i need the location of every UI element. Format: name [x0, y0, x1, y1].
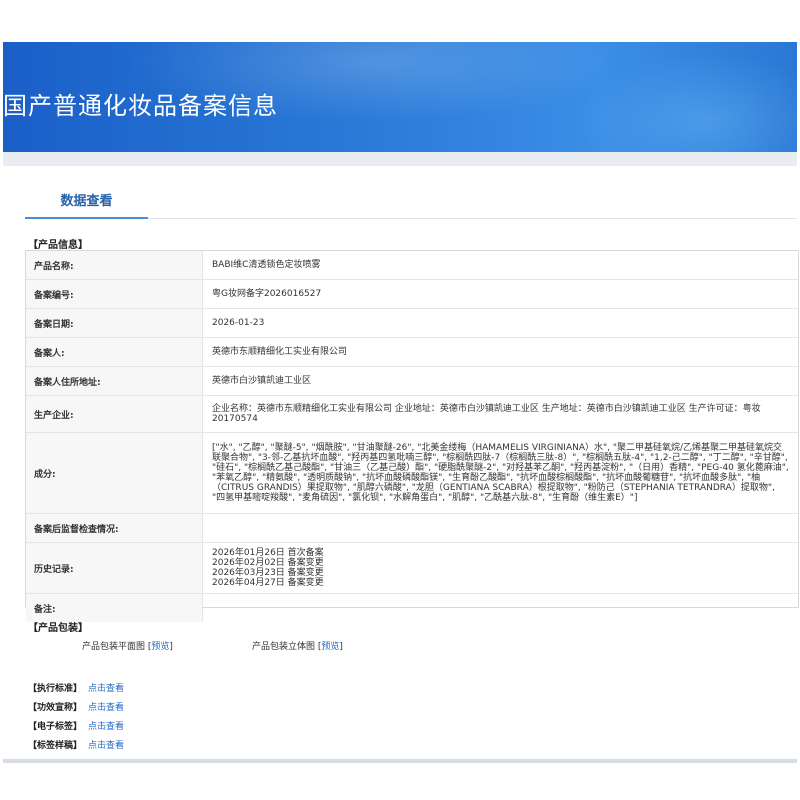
table-row: 产品名称: BABI维C清透锁色定妆喷雾: [26, 251, 798, 280]
standard-label: 【执行标准】: [28, 684, 83, 694]
label-sample-link[interactable]: 点击查看: [88, 741, 124, 751]
header-divider-band: [3, 152, 797, 166]
row-key: 生产企业:: [26, 395, 203, 433]
row-key: 历史记录:: [26, 542, 203, 594]
history-entry: 2026年02月02日 备案变更: [212, 558, 324, 568]
table-row: 生产企业: 企业名称：英德市东顺精细化工实业有限公司 企业地址：英德市白沙镇凯迪…: [26, 395, 798, 433]
standard-row-label-sample: 【标签样稿】 点击查看: [28, 738, 124, 751]
table-row: 备案编号: 粤G妆网备字2026016527: [26, 279, 798, 309]
tab-divider: [148, 218, 797, 219]
product-info-table: 产品名称: BABI维C清透锁色定妆喷雾 备案编号: 粤G妆网备字2026016…: [25, 250, 799, 622]
history-entry: 2026年04月27日 备案变更: [212, 578, 324, 588]
package-solid-label: 产品包装立体图: [252, 642, 316, 652]
table-row: 成分: ["水", "乙醇", "聚醚-5", "烟酰胺", "甘油聚醚-26"…: [26, 432, 798, 514]
history-entry: 2026年01月26日 首次备案: [212, 548, 324, 558]
row-key: 备案人:: [26, 337, 203, 367]
ingredients-value: ["水", "乙醇", "聚醚-5", "烟酰胺", "甘油聚醚-26", "北…: [202, 432, 798, 514]
package-solid-preview-link[interactable]: 预览: [321, 642, 339, 652]
standard-label: 【标签样稿】: [28, 741, 83, 751]
row-key: 备案人住所地址:: [26, 366, 203, 396]
registrant-address-value: 英德市白沙镇凯迪工业区: [202, 366, 798, 396]
package-flat-preview-link[interactable]: 预览: [151, 642, 169, 652]
history-entry: 2026年03月23日 备案变更: [212, 568, 324, 578]
registrant-value: 英德市东顺精细化工实业有限公司: [202, 337, 798, 367]
execution-standard-link[interactable]: 点击查看: [88, 684, 124, 694]
standard-row-efficacy: 【功效宣称】 点击查看: [28, 700, 124, 713]
standard-row-execution: 【执行标准】 点击查看: [28, 681, 124, 694]
table-row: 备案日期: 2026-01-23: [26, 308, 798, 338]
footer-bar: [3, 759, 797, 763]
history-value: 2026年01月26日 首次备案 2026年02月02日 备案变更 2026年0…: [202, 542, 798, 594]
standard-label: 【电子标签】: [28, 722, 83, 732]
table-row: 备案后监督检查情况:: [26, 513, 798, 543]
manufacturer-value: 企业名称：英德市东顺精细化工实业有限公司 企业地址：英德市白沙镇凯迪工业区 生产…: [202, 395, 798, 433]
bracket-close: ]: [339, 642, 343, 652]
tab-data-view-label: 数据查看: [60, 194, 113, 209]
product-name-value: BABI维C清透锁色定妆喷雾: [202, 251, 798, 280]
table-row: 备案人住所地址: 英德市白沙镇凯迪工业区: [26, 366, 798, 396]
page-title: 国产普通化妆品备案信息: [3, 92, 278, 120]
remarks-value: [202, 593, 798, 622]
registration-number-value: 粤G妆网备字2026016527: [202, 279, 798, 309]
header-banner: 国产普通化妆品备案信息: [3, 42, 797, 152]
table-row: 备案人: 英德市东顺精细化工实业有限公司: [26, 337, 798, 367]
row-key: 产品名称:: [26, 251, 203, 280]
row-key: 备注:: [26, 593, 203, 622]
bracket-close: ]: [169, 642, 173, 652]
row-key: 备案编号:: [26, 279, 203, 309]
table-row: 历史记录: 2026年01月26日 首次备案 2026年02月02日 备案变更 …: [26, 542, 798, 594]
row-key: 成分:: [26, 432, 203, 514]
tab-data-view[interactable]: 数据查看: [25, 180, 148, 218]
package-flat-item: 产品包装平面图 [预览]: [82, 639, 173, 652]
package-flat-label: 产品包装平面图: [82, 642, 146, 652]
standard-label: 【功效宣称】: [28, 703, 83, 713]
package-heading: 【产品包装】: [28, 623, 88, 634]
supervision-value: [202, 513, 798, 543]
product-info-heading: 【产品信息】: [28, 240, 88, 251]
standard-row-e-label: 【电子标签】 点击查看: [28, 719, 124, 732]
efficacy-claim-link[interactable]: 点击查看: [88, 703, 124, 713]
row-key: 备案日期:: [26, 308, 203, 338]
tab-active-indicator: [25, 217, 148, 219]
table-row: 备注:: [26, 593, 798, 622]
package-solid-item: 产品包装立体图 [预览]: [252, 639, 343, 652]
e-label-link[interactable]: 点击查看: [88, 722, 124, 732]
row-key: 备案后监督检查情况:: [26, 513, 203, 543]
registration-date-value: 2026-01-23: [202, 308, 798, 338]
